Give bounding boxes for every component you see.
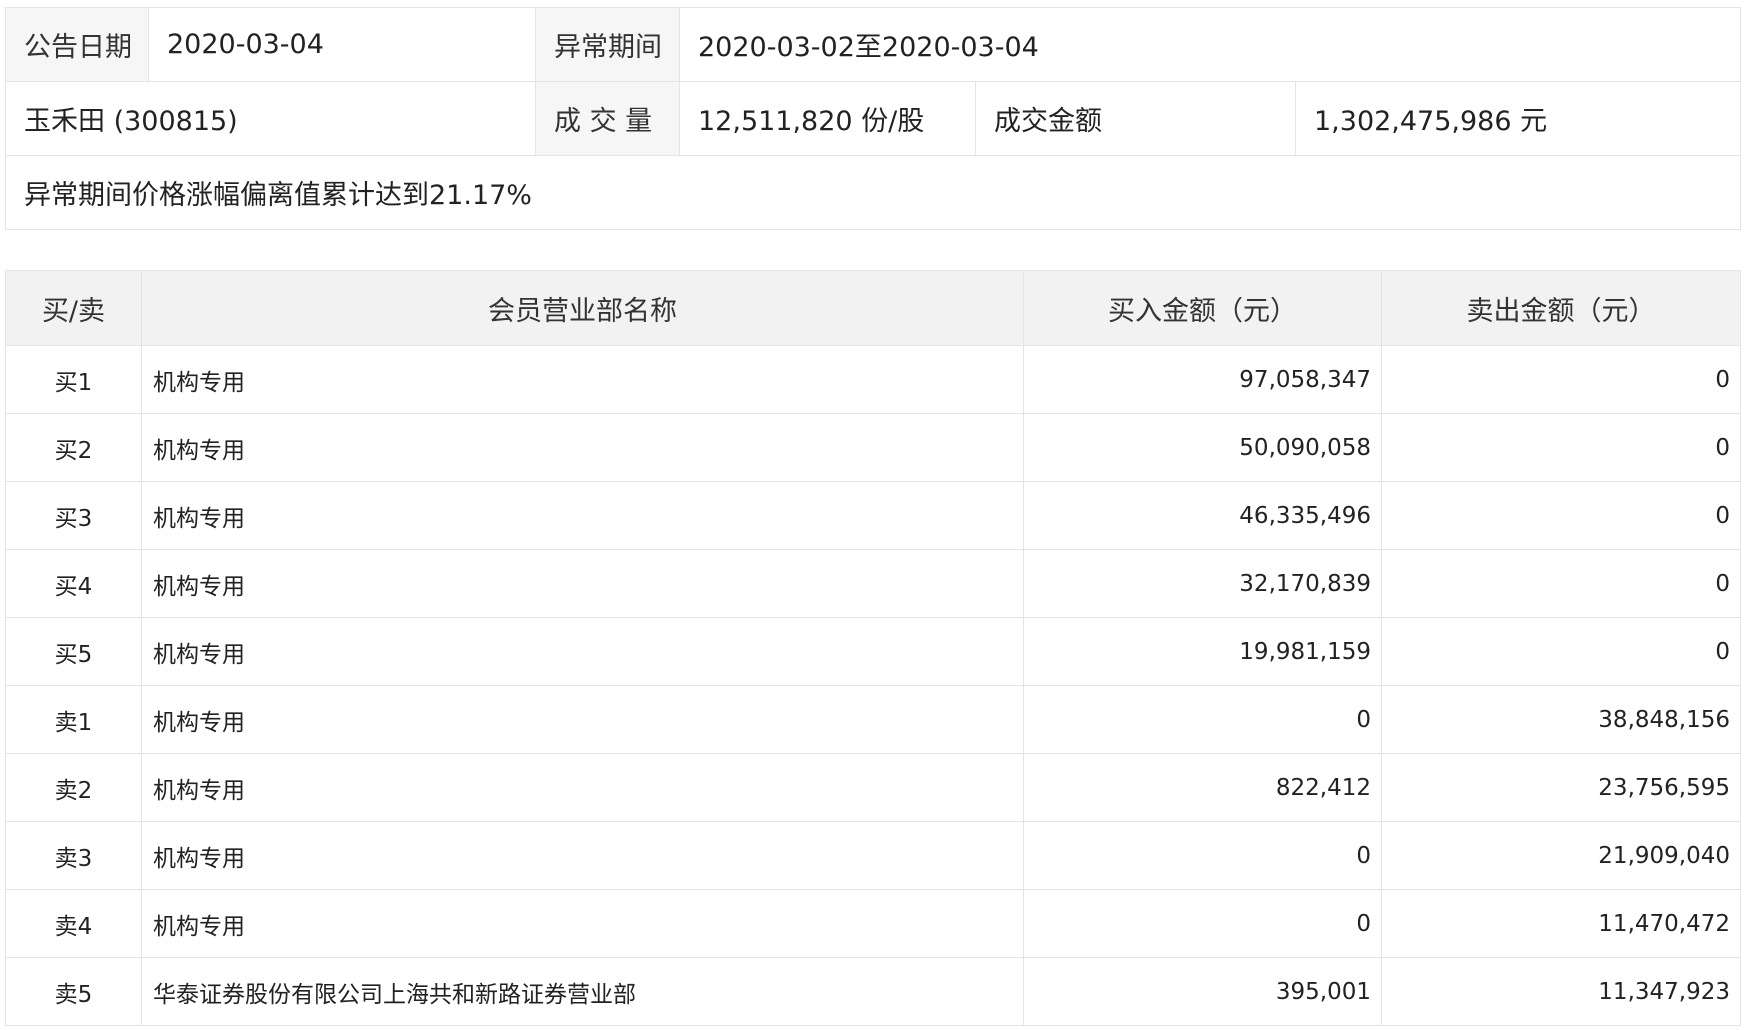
announce-date-label: 公告日期 (5, 7, 149, 82)
row-buy-amount: 50,090,058 (1023, 413, 1382, 482)
summary-row-date: 公告日期 2020-03-04 异常期间 2020-03-02至2020-03-… (5, 7, 1742, 82)
row-buy-amount: 0 (1023, 685, 1382, 754)
table-row: 买5 机构专用 19,981,159 0 (5, 617, 1741, 686)
row-side: 卖3 (5, 821, 142, 890)
header-member-branch: 会员营业部名称 (141, 270, 1024, 346)
row-sell-amount: 0 (1381, 481, 1741, 550)
announce-date-value: 2020-03-04 (148, 7, 536, 82)
row-buy-amount: 0 (1023, 889, 1382, 958)
row-side: 买4 (5, 549, 142, 618)
header-buy-amount: 买入金额（元） (1023, 270, 1382, 346)
row-member-branch: 机构专用 (141, 413, 1024, 482)
stock-name: 玉禾田 (300815) (5, 81, 536, 156)
row-side: 卖5 (5, 957, 142, 1026)
row-member-branch: 机构专用 (141, 617, 1024, 686)
table-row: 卖4 机构专用 0 11,470,472 (5, 889, 1741, 958)
row-side: 买5 (5, 617, 142, 686)
row-sell-amount: 23,756,595 (1381, 753, 1741, 822)
amount-value: 1,302,475,986 元 (1294, 81, 1742, 156)
abnormal-period-value: 2020-03-02至2020-03-04 (678, 7, 1742, 82)
row-side: 买3 (5, 481, 142, 550)
table-row: 卖5 华泰证券股份有限公司上海共和新路证券营业部 395,001 11,347,923 (5, 957, 1741, 1026)
summary-row-trade: 玉禾田 (300815) 成 交 量 12,511,820 份/股 成交金额 1… (5, 81, 1742, 156)
row-sell-amount: 0 (1381, 617, 1741, 686)
row-buy-amount: 395,001 (1023, 957, 1382, 1026)
row-member-branch: 机构专用 (141, 889, 1024, 958)
amount-label: 成交金额 (975, 81, 1296, 156)
row-buy-amount: 0 (1023, 821, 1382, 890)
row-sell-amount: 11,470,472 (1381, 889, 1741, 958)
row-sell-amount: 0 (1381, 549, 1741, 618)
header-sell-amount: 卖出金额（元） (1381, 270, 1741, 346)
row-sell-amount: 11,347,923 (1381, 957, 1741, 1026)
row-member-branch: 机构专用 (141, 481, 1024, 550)
table-row: 卖1 机构专用 0 38,848,156 (5, 685, 1741, 754)
row-buy-amount: 19,981,159 (1023, 617, 1382, 686)
table-row: 卖2 机构专用 822,412 23,756,595 (5, 753, 1741, 822)
row-side: 卖4 (5, 889, 142, 958)
header-side: 买/卖 (5, 270, 142, 346)
abnormal-period-label: 异常期间 (535, 7, 680, 82)
table-row: 卖3 机构专用 0 21,909,040 (5, 821, 1741, 890)
row-sell-amount: 0 (1381, 345, 1741, 414)
row-member-branch: 机构专用 (141, 549, 1024, 618)
row-sell-amount: 0 (1381, 413, 1741, 482)
row-buy-amount: 32,170,839 (1023, 549, 1382, 618)
table-row: 买3 机构专用 46,335,496 0 (5, 481, 1741, 550)
row-sell-amount: 21,909,040 (1381, 821, 1741, 890)
summary-row-note: 异常期间价格涨幅偏离值累计达到21.17% (4, 155, 1742, 230)
row-side: 卖1 (5, 685, 142, 754)
table-row: 买2 机构专用 50,090,058 0 (5, 413, 1741, 482)
row-member-branch: 机构专用 (141, 753, 1024, 822)
row-buy-amount: 46,335,496 (1023, 481, 1382, 550)
row-buy-amount: 97,058,347 (1023, 345, 1382, 414)
table-row: 买4 机构专用 32,170,839 0 (5, 549, 1741, 618)
row-member-branch: 机构专用 (141, 685, 1024, 754)
volume-label: 成 交 量 (535, 81, 680, 156)
row-side: 卖2 (5, 753, 142, 822)
table-row: 买1 机构专用 97,058,347 0 (5, 345, 1741, 414)
volume-value: 12,511,820 份/股 (679, 81, 976, 156)
row-side: 买1 (5, 345, 142, 414)
row-member-branch: 华泰证券股份有限公司上海共和新路证券营业部 (141, 957, 1024, 1026)
row-member-branch: 机构专用 (141, 821, 1024, 890)
trading-detail-table: 买/卖 会员营业部名称 买入金额（元） 卖出金额（元） 买1 机构专用 97,058… (5, 270, 1741, 1026)
row-side: 买2 (5, 413, 142, 482)
row-buy-amount: 822,412 (1023, 753, 1382, 822)
summary-table: 公告日期 2020-03-04 异常期间 2020-03-02至2020-03-… (4, 7, 1742, 230)
row-member-branch: 机构专用 (141, 345, 1024, 414)
row-sell-amount: 38,848,156 (1381, 685, 1741, 754)
table-header-row: 买/卖 会员营业部名称 买入金额（元） 卖出金额（元） (5, 270, 1741, 346)
deviation-note: 异常期间价格涨幅偏离值累计达到21.17% (4, 155, 1742, 230)
